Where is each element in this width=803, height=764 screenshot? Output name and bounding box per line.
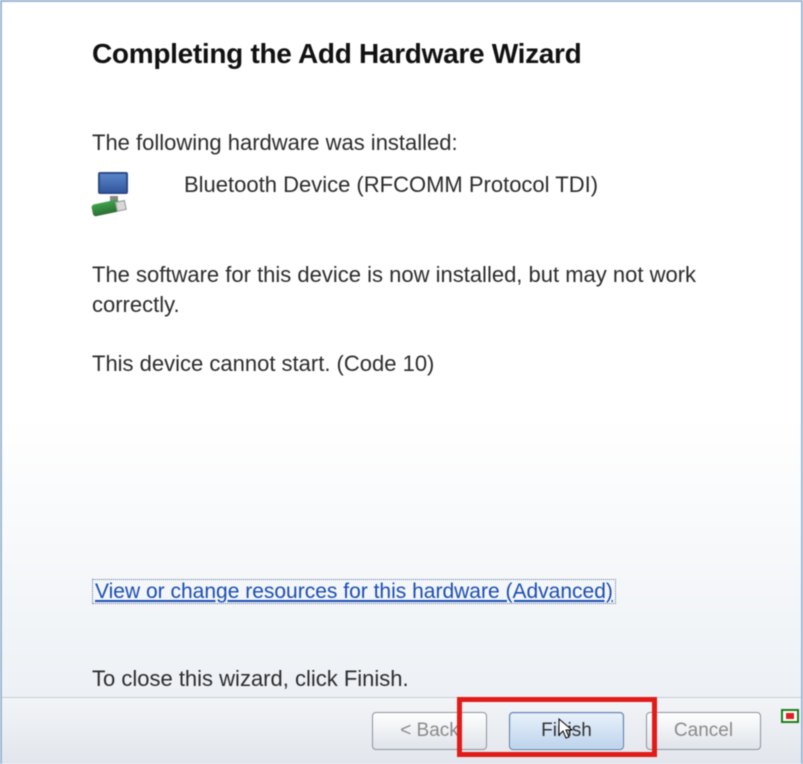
- cancel-button: Cancel: [646, 712, 761, 750]
- close-hint: To close this wizard, click Finish.: [92, 666, 409, 692]
- wizard-title: Completing the Add Hardware Wizard: [92, 38, 773, 70]
- status-text-1: The software for this device is now inst…: [92, 260, 732, 319]
- advanced-link[interactable]: View or change resources for this hardwa…: [92, 579, 616, 604]
- back-button: < Back: [372, 712, 487, 750]
- tray-icon: [781, 709, 799, 723]
- hardware-row: Bluetooth Device (RFCOMM Protocol TDI): [92, 170, 773, 226]
- wizard-window: Completing the Add Hardware Wizard The f…: [0, 0, 803, 764]
- button-bar: < Back Finish Cancel: [2, 697, 801, 764]
- advanced-link-area: View or change resources for this hardwa…: [92, 580, 616, 604]
- wizard-content: Completing the Add Hardware Wizard The f…: [92, 38, 773, 409]
- device-icon: [92, 172, 146, 226]
- installed-lead: The following hardware was installed:: [92, 130, 773, 156]
- hardware-name: Bluetooth Device (RFCOMM Protocol TDI): [184, 170, 598, 198]
- status-text-2: This device cannot start. (Code 10): [92, 349, 732, 379]
